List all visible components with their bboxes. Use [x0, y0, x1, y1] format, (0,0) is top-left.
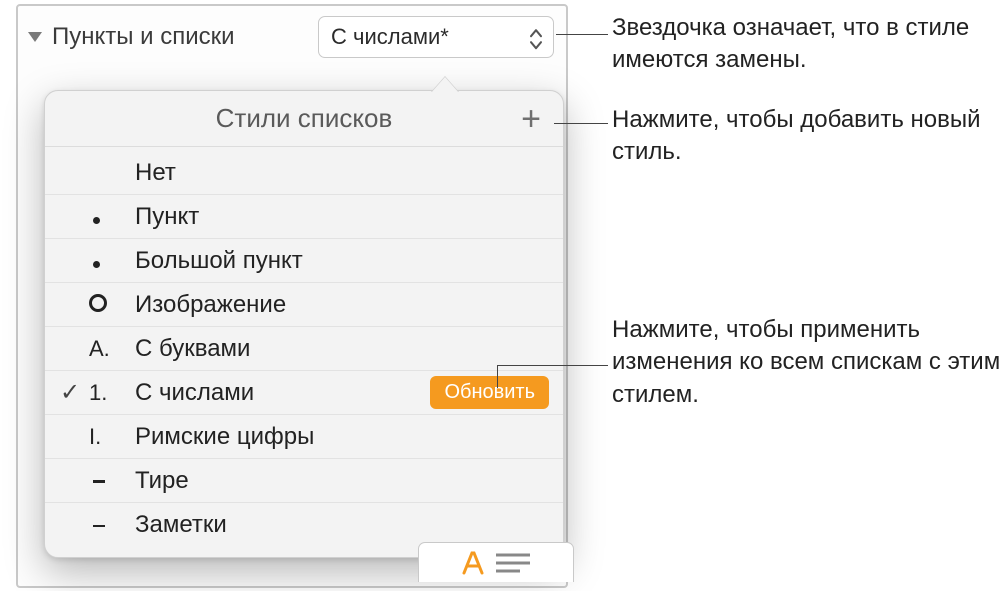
callout-update: Нажмите, чтобы применить изменения ко вс…: [612, 314, 1005, 411]
update-style-button[interactable]: Обновить: [430, 376, 549, 409]
style-row[interactable]: A.С буквами: [45, 327, 563, 371]
style-row[interactable]: Заметки: [45, 503, 563, 547]
list-marker-icon: [89, 512, 135, 538]
callout-asterisk: Звездочка означает, что в стиле имеются …: [612, 12, 992, 77]
callout-leader: [554, 123, 608, 124]
style-row[interactable]: Большой пункт: [45, 239, 563, 283]
style-row-label: Большой пункт: [135, 247, 549, 275]
style-list: НетПунктБольшой пунктИзображениеA.С букв…: [45, 147, 563, 557]
list-marker-icon: [89, 292, 135, 318]
style-row-label: Заметки: [135, 511, 549, 539]
callout-leader: [556, 34, 608, 35]
list-style-select-value: С числами*: [331, 24, 449, 50]
section-title: Пункты и списки: [52, 23, 235, 51]
style-row-label: Изображение: [135, 291, 549, 319]
style-row[interactable]: Изображение: [45, 283, 563, 327]
style-row-label: Тире: [135, 467, 549, 495]
callout-leader: [498, 365, 608, 366]
checkmark-icon: ✓: [51, 378, 89, 407]
text-style-icon: [462, 551, 488, 575]
list-marker-icon: [89, 468, 135, 494]
list-marker-icon: I.: [89, 424, 135, 450]
callout-leader: [497, 365, 498, 388]
callout-add: Нажмите, чтобы добавить новый стиль.: [612, 104, 992, 169]
style-row[interactable]: ✓1.С числамиОбновить: [45, 371, 563, 415]
style-row-label: С буквами: [135, 335, 549, 363]
style-row-label: Нет: [135, 159, 549, 187]
popover-title: Стили списков: [216, 103, 393, 134]
plus-icon: +: [521, 100, 541, 139]
list-marker-icon: [89, 204, 135, 230]
style-row-label: Пункт: [135, 203, 549, 231]
list-style-select[interactable]: С числами*: [318, 16, 554, 58]
list-marker-icon: [89, 248, 135, 274]
style-row[interactable]: Пункт: [45, 195, 563, 239]
popover-header: Стили списков +: [45, 91, 563, 147]
style-row[interactable]: Тире: [45, 459, 563, 503]
disclosure-triangle-icon[interactable]: [28, 32, 42, 42]
add-style-button[interactable]: +: [513, 101, 549, 137]
style-row-label: Римские цифры: [135, 423, 549, 451]
list-marker-icon: A.: [89, 336, 135, 362]
chevron-updown-icon: [529, 28, 543, 50]
section-header: Пункты и списки С числами*: [18, 6, 566, 66]
style-row[interactable]: I.Римские цифры: [45, 415, 563, 459]
style-row-label: С числами: [135, 379, 430, 407]
style-row[interactable]: Нет: [45, 151, 563, 195]
list-styles-popover: Стили списков + Нет Пункт Большой пункт Изо…: [44, 90, 564, 558]
list-lines-icon: [496, 552, 530, 574]
format-panel: Пункты и списки С числами* Стили списков…: [16, 4, 568, 588]
bottom-toolbar-button[interactable]: [418, 542, 574, 582]
list-marker-icon: 1.: [89, 380, 135, 406]
